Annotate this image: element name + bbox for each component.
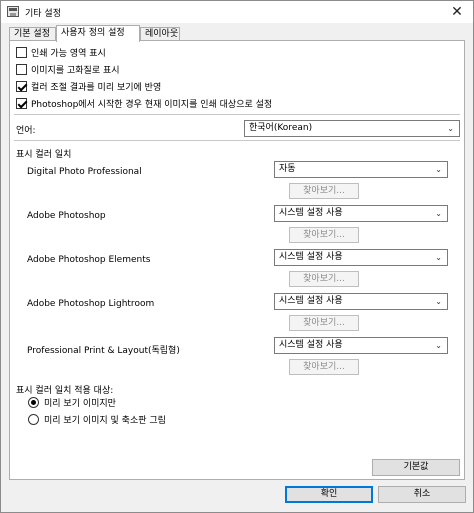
- tab-basic-settings[interactable]: 기본 설정: [9, 27, 56, 41]
- color-matching-label: 표시 컬러 일치: [16, 150, 72, 160]
- chevron-down-icon: ⌄: [435, 297, 442, 306]
- checkbox[interactable]: [16, 46, 27, 58]
- checkbox[interactable]: [16, 63, 27, 75]
- browse-button[interactable]: 찾아보기...: [289, 183, 359, 199]
- color-profile-select[interactable]: 시스템 설정 사용 ⌄: [274, 293, 448, 310]
- radio-label: 미리 보기 이미지만: [44, 398, 116, 409]
- select-value: 시스템 설정 사용: [279, 296, 343, 306]
- chevron-down-icon: ⌄: [447, 124, 454, 133]
- color-profile-select[interactable]: 시스템 설정 사용 ⌄: [274, 337, 448, 354]
- browse-button[interactable]: 찾아보기...: [289, 315, 359, 331]
- checkbox[interactable]: [16, 97, 27, 109]
- option-label: 컬러 조절 결과를 미리 보기에 반영: [31, 82, 162, 93]
- option-label: Photoshop에서 시작한 경우 현재 이미지를 인쇄 대상으로 설정: [31, 99, 273, 110]
- chevron-down-icon: ⌄: [435, 341, 442, 350]
- checkbox[interactable]: [16, 80, 27, 92]
- settings-dialog: 기타 설정 ✕ 기본 설정 사용자 정의 설정 레이아웃 인쇄 가능 영역 표시…: [0, 0, 474, 513]
- radio-preview-and-thumbnails[interactable]: 미리 보기 이미지 및 축소판 그림: [28, 412, 166, 426]
- color-profile-select[interactable]: 시스템 설정 사용 ⌄: [274, 249, 448, 266]
- tab-custom-settings[interactable]: 사용자 정의 설정: [56, 25, 140, 42]
- browse-button[interactable]: 찾아보기...: [289, 271, 359, 287]
- app-name: Digital Photo Professional: [27, 167, 142, 177]
- ok-button[interactable]: 확인: [285, 486, 373, 503]
- cancel-button[interactable]: 취소: [378, 486, 466, 503]
- select-value: 시스템 설정 사용: [279, 340, 343, 350]
- title-bar: 기타 설정 ✕: [1, 1, 473, 23]
- option-label: 이미지를 고화질로 표시: [31, 65, 120, 76]
- select-value: 시스템 설정 사용: [279, 252, 343, 262]
- app-name: Professional Print & Layout(독립형): [27, 346, 180, 356]
- app-name: Adobe Photoshop Lightroom: [27, 299, 155, 309]
- radio-label: 미리 보기 이미지 및 축소판 그림: [44, 415, 166, 426]
- close-icon[interactable]: ✕: [449, 4, 465, 20]
- option-label: 인쇄 가능 영역 표시: [31, 48, 106, 59]
- tab-panel: 인쇄 가능 영역 표시 이미지를 고화질로 표시 컬러 조절 결과를 미리 보기…: [9, 40, 465, 480]
- option-high-quality-display[interactable]: 이미지를 고화질로 표시: [16, 62, 120, 76]
- language-value: 한국어(Korean): [249, 123, 313, 133]
- option-photoshop-current-image[interactable]: Photoshop에서 시작한 경우 현재 이미지를 인쇄 대상으로 설정: [16, 96, 272, 110]
- chevron-down-icon: ⌄: [435, 253, 442, 262]
- browse-button[interactable]: 찾아보기...: [289, 359, 359, 375]
- color-profile-select[interactable]: 시스템 설정 사용 ⌄: [274, 205, 448, 222]
- language-select[interactable]: 한국어(Korean) ⌄: [244, 120, 460, 137]
- app-name: Adobe Photoshop Elements: [27, 255, 151, 265]
- option-reflect-color-adjustment[interactable]: 컬러 조절 결과를 미리 보기에 반영: [16, 79, 161, 93]
- tab-layout[interactable]: 레이아웃: [140, 27, 180, 41]
- chevron-down-icon: ⌄: [435, 165, 442, 174]
- language-label: 언어:: [16, 126, 36, 136]
- select-value: 시스템 설정 사용: [279, 208, 343, 218]
- radio-button[interactable]: [28, 396, 39, 408]
- divider: [14, 114, 460, 115]
- divider: [14, 140, 460, 141]
- browse-button[interactable]: 찾아보기...: [289, 227, 359, 243]
- color-profile-select[interactable]: 자동 ⌄: [274, 161, 448, 178]
- defaults-button[interactable]: 기본값: [372, 459, 460, 476]
- radio-button[interactable]: [28, 413, 39, 425]
- app-name: Adobe Photoshop: [27, 211, 106, 221]
- option-show-printable-area[interactable]: 인쇄 가능 영역 표시: [16, 45, 106, 59]
- chevron-down-icon: ⌄: [435, 209, 442, 218]
- radio-preview-only[interactable]: 미리 보기 이미지만: [28, 395, 116, 409]
- select-value: 자동: [279, 164, 296, 174]
- window-title: 기타 설정: [25, 9, 61, 19]
- app-icon: [7, 6, 19, 17]
